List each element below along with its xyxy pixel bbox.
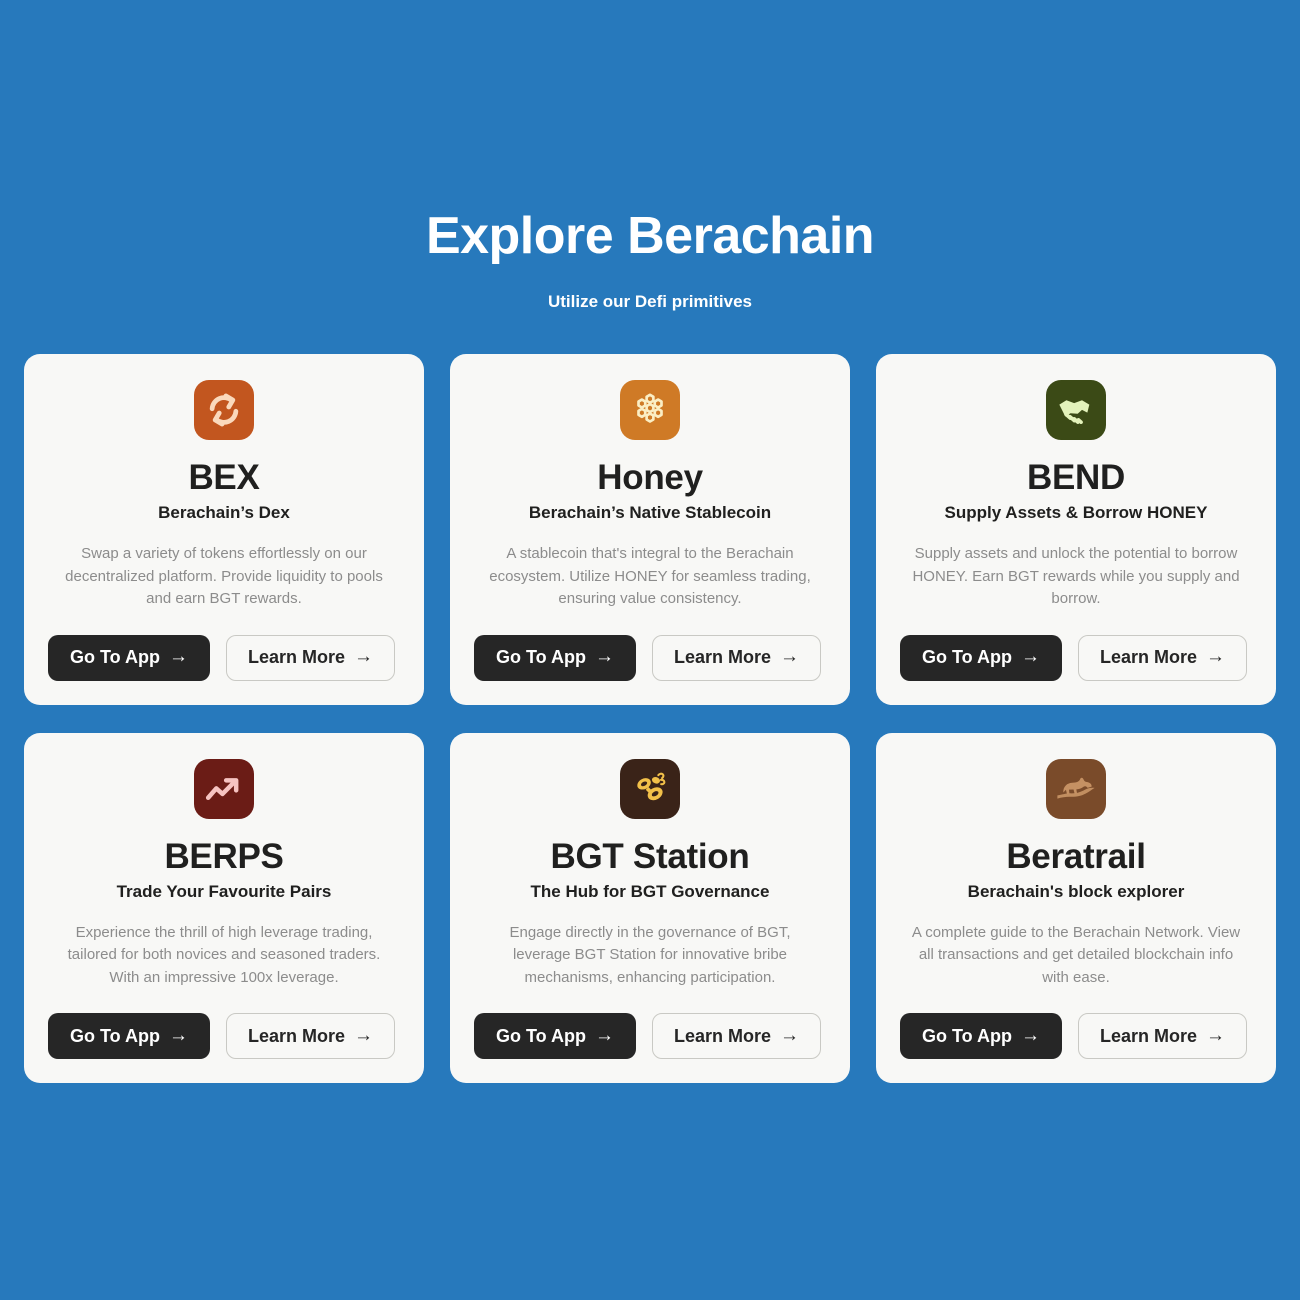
card-description: Engage directly in the governance of BGT… [509, 923, 791, 986]
go-to-app-button[interactable]: Go To App → [48, 634, 210, 681]
page-subtitle: Utilize our Defi primitives [547, 292, 753, 311]
card-actions: Go To App → Learn More → [900, 989, 1252, 1059]
go-to-app-button[interactable]: Go To App → [48, 1013, 210, 1059]
card-title: BEND [1027, 458, 1125, 497]
card-actions: Go To App → Learn More → [48, 611, 400, 681]
honeycomb-icon [620, 380, 680, 440]
card-actions: Go To App → Learn More → [900, 611, 1252, 681]
arrow-right-icon: → [780, 1024, 800, 1046]
product-card-bend: BEND Supply Assets & Borrow HONEY Supply a… [876, 354, 1276, 705]
arrow-right-icon: → [594, 1024, 614, 1046]
handshake-icon [1046, 380, 1106, 440]
learn-more-label: Learn More [673, 647, 772, 667]
learn-more-label: Learn More [247, 1025, 346, 1046]
product-card-bex: BEX Berachain’s Dex Swap a variety of toke… [24, 354, 424, 705]
learn-more-label: Learn More [1099, 647, 1198, 667]
arrow-right-icon: → [1206, 646, 1226, 667]
go-to-app-button[interactable]: Go To App → [474, 634, 636, 681]
arrow-right-icon: → [354, 646, 374, 667]
card-actions: Go To App → Learn More → [474, 989, 826, 1059]
card-title: BEX [188, 458, 260, 497]
arrow-right-icon: → [780, 646, 800, 667]
learn-more-button[interactable]: Learn More → [651, 634, 822, 681]
card-title: BGT Station [550, 836, 750, 876]
card-description: A complete guide to the Berachain Networ… [911, 923, 1241, 986]
card-title: Honey [597, 458, 703, 497]
go-to-app-label: Go To App [922, 647, 1012, 667]
arrow-right-icon: → [168, 1024, 188, 1046]
go-to-app-label: Go To App [70, 647, 160, 667]
arrow-right-icon: → [168, 646, 188, 667]
card-actions: Go To App → Learn More → [48, 989, 400, 1059]
walking-bear-icon [1046, 758, 1106, 819]
learn-more-label: Learn More [673, 1025, 772, 1046]
card-subtitle: Berachain’s Dex [158, 503, 290, 522]
card-subtitle: Berachain’s Native Stablecoin [528, 503, 772, 522]
learn-more-button[interactable]: Learn More → [225, 634, 396, 681]
defi-primitives-card-grid: BEX Berachain’s Dex Swap a variety of toke… [24, 354, 1276, 1083]
card-actions: Go To App → Learn More → [474, 611, 826, 681]
arrow-right-icon: → [594, 646, 614, 667]
learn-more-button[interactable]: Learn More → [225, 1013, 396, 1059]
page-header: Explore Berachain Utilize our Defi primi… [24, 0, 1276, 313]
go-to-app-button[interactable]: Go To App → [474, 1013, 636, 1059]
product-card-bgt-station: BGT Station The Hub for BGT Governance Eng… [450, 732, 850, 1083]
go-to-app-label: Go To App [496, 647, 586, 667]
card-description: Swap a variety of tokens effortlessly on… [65, 545, 383, 607]
card-subtitle: Berachain's block explorer [967, 881, 1185, 901]
product-card-berps: BERPS Trade Your Favourite Pairs Experienc… [24, 732, 424, 1083]
arrow-right-icon: → [1020, 1024, 1040, 1046]
swap-arrows-icon [194, 380, 254, 440]
explore-berachain-page: Explore Berachain Utilize our Defi primi… [0, 0, 1300, 1300]
card-subtitle: The Hub for BGT Governance [530, 881, 770, 901]
page-title: Explore Berachain [425, 207, 875, 265]
product-card-honey: Honey Berachain’s Native Stablecoin A stab… [450, 354, 850, 705]
card-description: A stablecoin that's integral to the Bera… [489, 545, 811, 607]
learn-more-label: Learn More [247, 647, 346, 667]
card-description: Supply assets and unlock the potential t… [912, 545, 1240, 607]
arrow-right-icon: → [354, 1024, 374, 1046]
product-card-beratrail: Beratrail Berachain's block explorer A com… [876, 732, 1276, 1083]
card-title: BERPS [164, 836, 284, 876]
arrow-right-icon: → [1206, 1024, 1226, 1046]
go-to-app-label: Go To App [70, 1025, 160, 1046]
arrow-right-icon: → [1020, 646, 1040, 667]
go-to-app-label: Go To App [922, 1025, 1012, 1046]
learn-more-button[interactable]: Learn More → [651, 1013, 822, 1059]
card-subtitle: Supply Assets & Borrow HONEY [944, 503, 1208, 522]
card-title: Beratrail [1006, 836, 1146, 876]
go-to-app-button[interactable]: Go To App → [900, 1013, 1062, 1059]
go-to-app-label: Go To App [496, 1025, 586, 1046]
card-subtitle: Trade Your Favourite Pairs [116, 881, 332, 901]
trending-up-chart-icon [194, 758, 254, 819]
learn-more-label: Learn More [1099, 1025, 1198, 1046]
bee-icon [620, 758, 680, 819]
learn-more-button[interactable]: Learn More → [1077, 634, 1248, 681]
card-description: Experience the thrill of high leverage t… [67, 923, 381, 986]
go-to-app-button[interactable]: Go To App → [900, 634, 1062, 681]
learn-more-button[interactable]: Learn More → [1077, 1013, 1248, 1059]
